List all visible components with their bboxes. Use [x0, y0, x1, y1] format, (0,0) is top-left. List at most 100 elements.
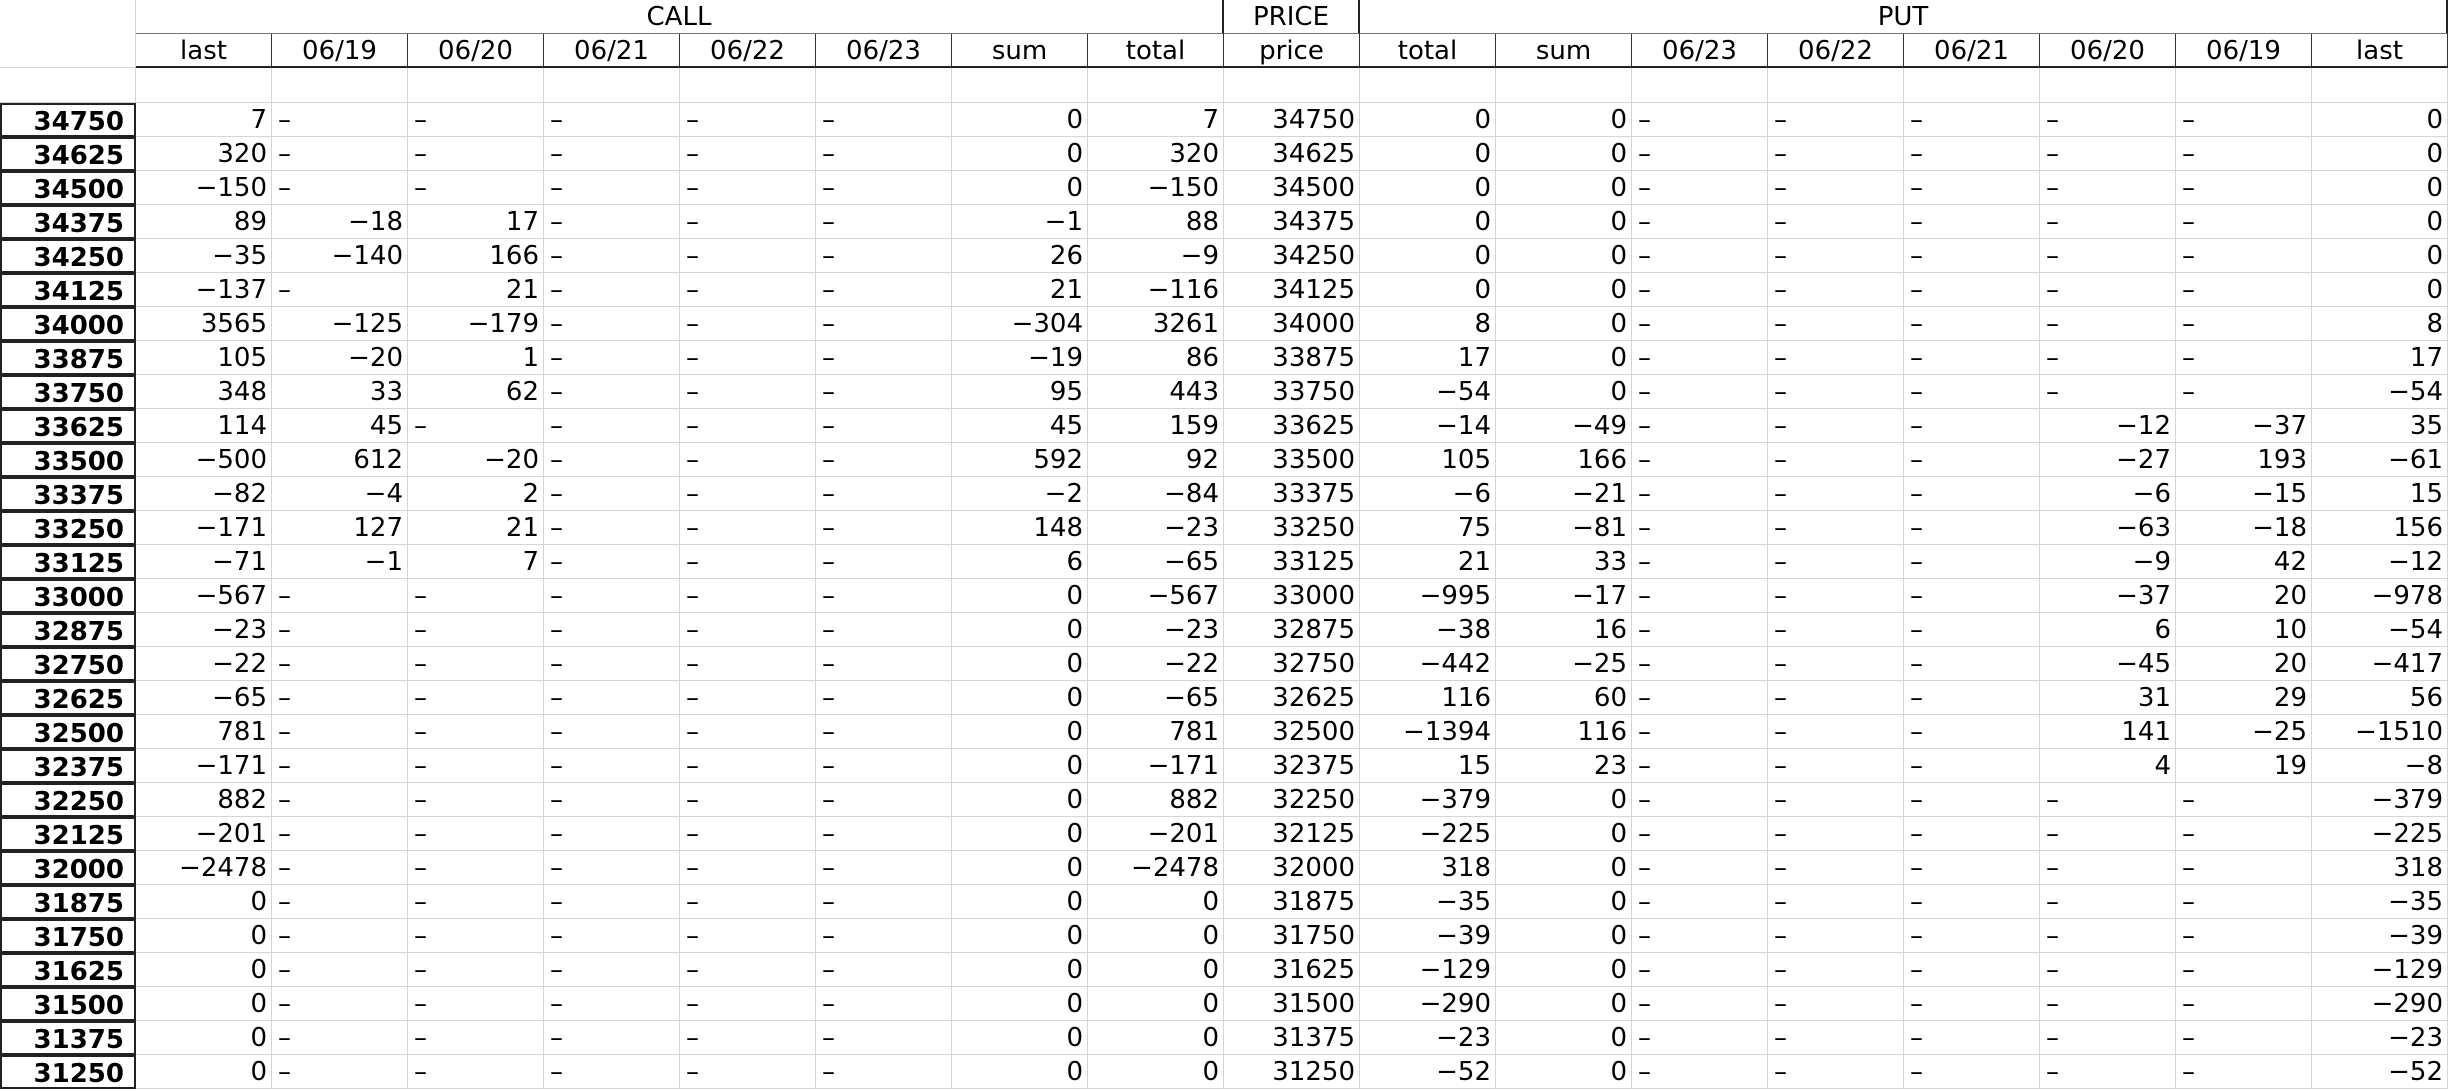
table-cell[interactable]: 33625 [1224, 409, 1360, 443]
empty-cell[interactable] [1904, 68, 2040, 103]
table-cell[interactable]: 29 [2176, 681, 2312, 715]
table-cell[interactable]: – [816, 749, 952, 783]
table-cell[interactable]: – [544, 613, 680, 647]
table-cell[interactable]: 32250 [1224, 783, 1360, 817]
table-cell[interactable]: – [680, 681, 816, 715]
table-cell[interactable]: −179 [408, 307, 544, 341]
table-cell[interactable]: – [816, 409, 952, 443]
table-cell[interactable]: – [1904, 681, 2040, 715]
table-cell[interactable]: – [1904, 715, 2040, 749]
table-cell[interactable]: −18 [272, 205, 408, 239]
table-cell[interactable]: 10 [2176, 613, 2312, 647]
table-cell[interactable]: 320 [136, 137, 272, 171]
table-cell[interactable]: −116 [1088, 273, 1224, 307]
table-cell[interactable]: – [272, 647, 408, 681]
table-cell[interactable]: 88 [1088, 205, 1224, 239]
row-strike-label[interactable]: 32875 [0, 613, 136, 647]
table-cell[interactable]: – [1768, 987, 1904, 1021]
column-header[interactable]: sum [1496, 34, 1632, 68]
table-cell[interactable]: – [2040, 103, 2176, 137]
table-cell[interactable]: – [680, 987, 816, 1021]
table-cell[interactable]: – [1768, 273, 1904, 307]
table-cell[interactable]: – [2040, 783, 2176, 817]
table-cell[interactable]: – [408, 171, 544, 205]
table-cell[interactable]: – [2040, 307, 2176, 341]
table-cell[interactable]: – [1768, 205, 1904, 239]
table-cell[interactable]: – [544, 443, 680, 477]
table-cell[interactable]: −8 [2312, 749, 2448, 783]
table-cell[interactable]: – [408, 851, 544, 885]
group-header-price[interactable]: PRICE [1224, 0, 1360, 34]
table-cell[interactable]: – [1632, 273, 1768, 307]
row-strike-label[interactable]: 32375 [0, 749, 136, 783]
row-strike-label[interactable]: 32000 [0, 851, 136, 885]
table-cell[interactable]: 0 [1496, 783, 1632, 817]
table-cell[interactable]: – [272, 613, 408, 647]
empty-cell[interactable] [816, 68, 952, 103]
row-strike-label[interactable]: 31250 [0, 1055, 136, 1089]
table-cell[interactable]: – [1632, 681, 1768, 715]
table-cell[interactable]: 21 [952, 273, 1088, 307]
table-cell[interactable]: – [408, 409, 544, 443]
table-cell[interactable]: 42 [2176, 545, 2312, 579]
table-cell[interactable]: – [1768, 953, 1904, 987]
row-strike-label[interactable]: 33250 [0, 511, 136, 545]
table-cell[interactable]: – [408, 953, 544, 987]
table-cell[interactable]: – [1768, 1055, 1904, 1089]
empty-cell[interactable] [544, 68, 680, 103]
table-cell[interactable]: 0 [2312, 137, 2448, 171]
table-cell[interactable]: – [2040, 341, 2176, 375]
table-cell[interactable]: – [2040, 375, 2176, 409]
column-header[interactable]: 06/20 [408, 34, 544, 68]
table-cell[interactable]: 320 [1088, 137, 1224, 171]
table-cell[interactable]: 34125 [1224, 273, 1360, 307]
table-cell[interactable]: 45 [272, 409, 408, 443]
table-cell[interactable]: 0 [2312, 273, 2448, 307]
table-cell[interactable]: −1394 [1360, 715, 1496, 749]
table-cell[interactable]: – [816, 1055, 952, 1089]
table-cell[interactable]: – [1632, 443, 1768, 477]
table-cell[interactable]: −54 [2312, 613, 2448, 647]
table-cell[interactable]: – [680, 851, 816, 885]
table-cell[interactable]: – [2176, 239, 2312, 273]
table-cell[interactable]: −1 [272, 545, 408, 579]
table-cell[interactable]: 32125 [1224, 817, 1360, 851]
table-cell[interactable]: 141 [2040, 715, 2176, 749]
table-cell[interactable]: 31500 [1224, 987, 1360, 1021]
table-cell[interactable]: – [680, 239, 816, 273]
table-cell[interactable]: – [272, 851, 408, 885]
table-cell[interactable]: 156 [2312, 511, 2448, 545]
table-cell[interactable]: – [544, 409, 680, 443]
table-cell[interactable]: – [1768, 1021, 1904, 1055]
column-header[interactable]: 06/19 [2176, 34, 2312, 68]
table-cell[interactable]: – [272, 987, 408, 1021]
table-cell[interactable]: – [1904, 205, 2040, 239]
row-strike-label[interactable]: 34500 [0, 171, 136, 205]
table-cell[interactable]: −225 [2312, 817, 2448, 851]
table-cell[interactable]: 21 [408, 511, 544, 545]
table-cell[interactable]: 33125 [1224, 545, 1360, 579]
empty-cell[interactable] [2176, 68, 2312, 103]
table-cell[interactable]: – [1904, 749, 2040, 783]
table-cell[interactable]: – [1768, 511, 1904, 545]
table-cell[interactable]: −17 [1496, 579, 1632, 613]
table-cell[interactable]: −35 [2312, 885, 2448, 919]
table-cell[interactable]: – [1768, 715, 1904, 749]
table-cell[interactable]: 0 [1496, 1021, 1632, 1055]
table-cell[interactable]: 105 [136, 341, 272, 375]
row-strike-label[interactable]: 31750 [0, 919, 136, 953]
table-cell[interactable]: −39 [2312, 919, 2448, 953]
table-cell[interactable]: – [544, 817, 680, 851]
table-cell[interactable]: 148 [952, 511, 1088, 545]
table-cell[interactable]: 612 [272, 443, 408, 477]
table-cell[interactable]: 60 [1496, 681, 1632, 715]
table-cell[interactable]: – [408, 103, 544, 137]
table-cell[interactable]: −39 [1360, 919, 1496, 953]
table-cell[interactable]: – [1632, 545, 1768, 579]
table-cell[interactable]: 0 [136, 1021, 272, 1055]
table-cell[interactable]: – [1632, 919, 1768, 953]
table-cell[interactable]: – [1632, 613, 1768, 647]
table-cell[interactable]: 0 [952, 783, 1088, 817]
table-cell[interactable]: – [1768, 477, 1904, 511]
table-cell[interactable]: 0 [952, 715, 1088, 749]
